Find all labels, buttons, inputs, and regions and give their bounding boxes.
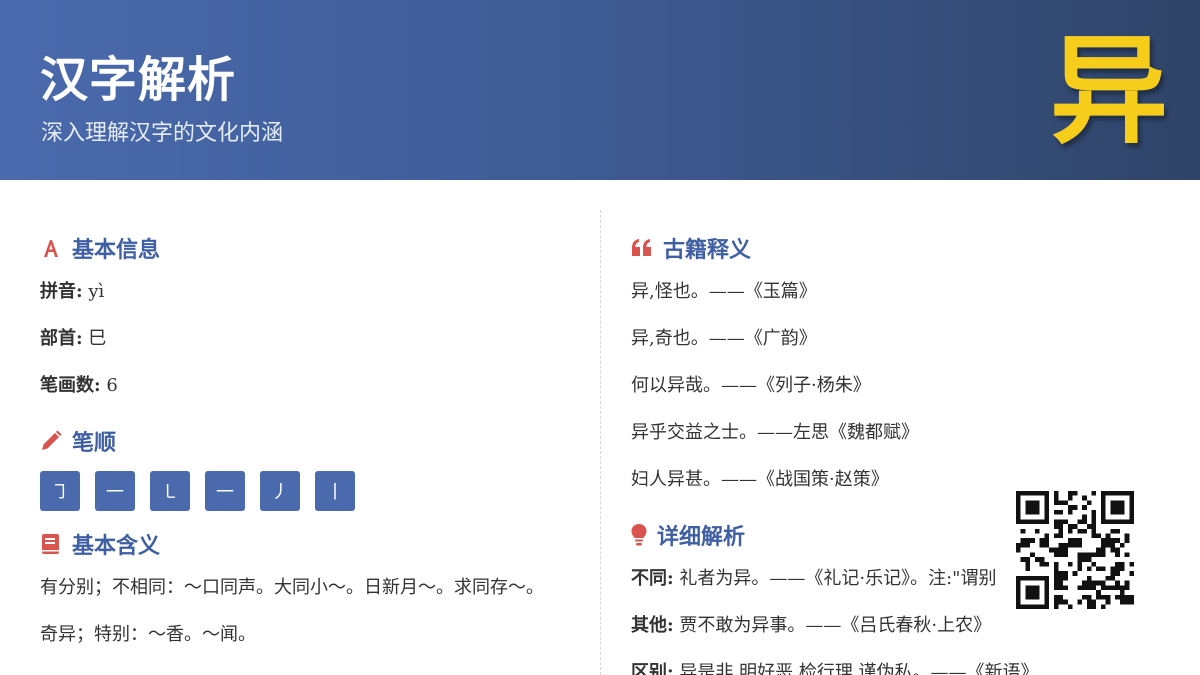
info-value: 巳 — [88, 328, 107, 349]
classical-item: 异,奇也。——《广韵》 — [631, 328, 817, 349]
featured-character: 异 — [1050, 22, 1169, 160]
qr-code — [1016, 491, 1134, 609]
meaning-item: 奇异；特别：～香。～闻。 — [40, 624, 256, 645]
stroke-box: 一 — [205, 471, 245, 511]
detail-label: 不同: — [631, 568, 674, 589]
stroke-box: 一 — [95, 471, 135, 511]
quote-icon — [631, 237, 653, 259]
classical-item: 异,怪也。——《玉篇》 — [631, 281, 817, 302]
left-column: 基本信息 拼音: yì 部首: 巳 笔画数: 6 笔顺 ㇆ 一 ㇄ 一 丿 丨 … — [40, 220, 580, 666]
header-banner: 汉字解析 深入理解汉字的文化内涵 异 — [0, 0, 1200, 180]
info-value: 6 — [106, 375, 118, 396]
basic-meaning-heading: 基本含义 — [40, 516, 580, 572]
detail-text: 异是非,明好恶,检行理,谨伪私。——《新语》 — [679, 662, 1039, 675]
stroke-order-heading: 笔顺 — [40, 413, 580, 469]
meaning-item: 有分别；不相同：～口同声。大同小～。日新月～。求同存～。 — [40, 577, 544, 598]
basic-info-heading: 基本信息 — [40, 220, 580, 276]
info-label: 部首: — [40, 328, 83, 349]
book-icon — [40, 533, 62, 555]
info-value: yì — [88, 281, 105, 302]
column-divider — [600, 210, 601, 675]
stroke-box: ㇄ — [150, 471, 190, 511]
classical-heading: 古籍释义 — [631, 220, 1171, 276]
stroke-order-title: 笔顺 — [72, 430, 117, 456]
pencil-icon — [40, 430, 62, 452]
basic-info-title: 基本信息 — [72, 237, 161, 263]
detail-text: 贾不敢为异事。——《吕氏春秋·上农》 — [679, 615, 992, 636]
detail-item: 区别: 异是非,明好恶,检行理,谨伪私。——《新语》 — [631, 657, 1171, 675]
detail-text: 礼者为异。——《礼记·乐记》。注:"谓别 — [679, 568, 997, 589]
classical-item: 异乎交益之士。——左思《魏都赋》 — [631, 422, 919, 443]
info-row-strokes: 笔画数: 6 — [40, 370, 580, 417]
info-row-pinyin: 拼音: yì — [40, 276, 580, 323]
font-a-icon — [40, 237, 62, 259]
info-label: 笔画数: — [40, 375, 101, 396]
stroke-box: 丿 — [260, 471, 300, 511]
detail-label: 区别: — [631, 662, 674, 675]
page-subtitle: 深入理解汉字的文化内涵 — [41, 121, 284, 146]
detailed-title: 详细解析 — [657, 524, 746, 550]
basic-meaning-title: 基本含义 — [72, 533, 161, 559]
classical-item: 何以异哉。——《列子·杨朱》 — [631, 375, 871, 396]
detail-label: 其他: — [631, 615, 674, 636]
stroke-list: ㇆ 一 ㇄ 一 丿 丨 — [40, 471, 580, 511]
detail-item: 其他: 贾不敢为异事。——《吕氏春秋·上农》 — [631, 610, 1171, 657]
lightbulb-icon — [631, 524, 647, 546]
info-row-radical: 部首: 巳 — [40, 323, 580, 370]
stroke-box: ㇆ — [40, 471, 80, 511]
classical-title: 古籍释义 — [663, 237, 752, 263]
stroke-box: 丨 — [315, 471, 355, 511]
info-label: 拼音: — [40, 281, 83, 302]
page-title: 汉字解析 — [40, 52, 237, 108]
